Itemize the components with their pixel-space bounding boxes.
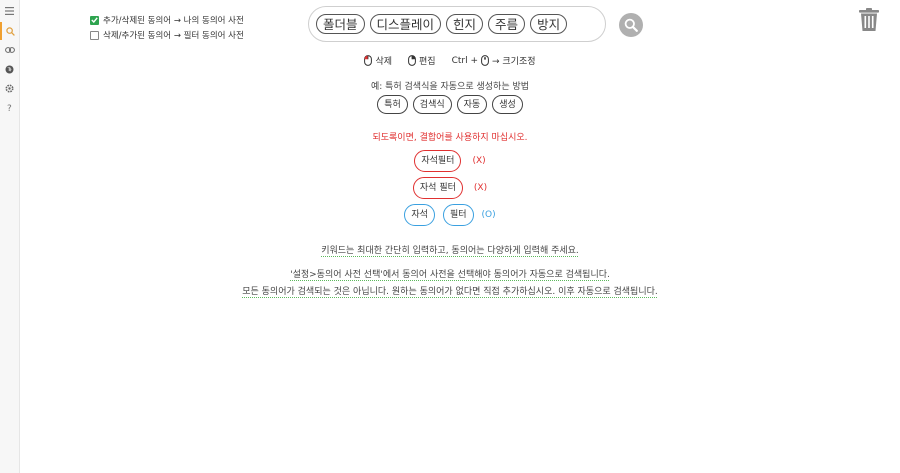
bad-sample-1: 자석필터 (X) bbox=[0, 150, 900, 172]
edit-hint-label: 편집 bbox=[419, 54, 436, 67]
compound-word-warning: 되도록이면, 결합어를 사용하지 마십시오. bbox=[0, 130, 900, 143]
menu-icon[interactable] bbox=[0, 2, 19, 20]
tip-add-synonym: 모든 동의어가 검색되는 것은 아닙니다. 원하는 동의어가 없다면 직접 추가… bbox=[0, 284, 900, 297]
sample-chip: 자석 필터 bbox=[413, 177, 463, 199]
tip-keyword: 키워드는 최대한 간단히 입력하고, 동의어는 다양하게 입력해 주세요. bbox=[0, 243, 900, 256]
mouse-left-click-icon bbox=[364, 55, 372, 66]
mouse-wheel-icon bbox=[481, 55, 489, 66]
checkbox-checked[interactable] bbox=[90, 16, 99, 25]
trash-icon bbox=[858, 8, 880, 32]
ctrl-hint-label: Ctrl + bbox=[452, 56, 478, 66]
keyword-chip[interactable]: 힌지 bbox=[446, 14, 483, 34]
option-label: 추가/삭제된 동의어 → 나의 동의어 사전 bbox=[103, 14, 244, 26]
tip-dictionary-setting: '설정>동의어 사전 선택'에서 동의어 사전을 선택해야 동의어가 자동으로 … bbox=[0, 267, 900, 280]
sample-chip: 필터 bbox=[443, 204, 474, 226]
mouse-right-click-icon bbox=[408, 55, 416, 66]
option-label: 삭제/추가된 동의어 → 필터 동의어 사전 bbox=[103, 29, 244, 41]
delete-hint-label: 삭제 bbox=[375, 54, 392, 67]
checkbox-unchecked[interactable] bbox=[90, 31, 99, 40]
search-icon bbox=[624, 18, 638, 32]
wrong-mark: (X) bbox=[474, 183, 487, 193]
trash-button[interactable] bbox=[858, 8, 880, 32]
example-chip: 생성 bbox=[492, 95, 523, 114]
search-button[interactable] bbox=[619, 13, 643, 37]
sidebar: ? bbox=[0, 0, 20, 473]
option-filter-dictionary[interactable]: 삭제/추가된 동의어 → 필터 동의어 사전 bbox=[90, 29, 244, 41]
keyword-chip[interactable]: 폴더블 bbox=[316, 14, 365, 34]
sample-chip: 자석필터 bbox=[414, 150, 461, 172]
good-sample: 자석 필터 (O) bbox=[0, 204, 900, 226]
resize-hint-label: → 크기조정 bbox=[492, 54, 536, 67]
correct-mark: (O) bbox=[482, 210, 496, 220]
keyword-chip[interactable]: 주름 bbox=[488, 14, 525, 34]
option-my-dictionary[interactable]: 추가/삭제된 동의어 → 나의 동의어 사전 bbox=[90, 14, 244, 26]
mouse-hint: 삭제 편집 Ctrl + → 크기조정 bbox=[0, 54, 900, 67]
search-icon[interactable] bbox=[0, 22, 19, 40]
bad-sample-2: 자석 필터 (X) bbox=[0, 177, 900, 199]
example-chip: 자동 bbox=[457, 95, 488, 114]
sample-chip: 자석 bbox=[404, 204, 435, 226]
example-chip: 특허 bbox=[377, 95, 408, 114]
example-chips: 특허 검색식 자동 생성 bbox=[0, 95, 900, 114]
example-title: 예: 특허 검색식을 자동으로 생성하는 방법 bbox=[0, 79, 900, 92]
example-chip: 검색식 bbox=[413, 95, 452, 114]
keyword-chip[interactable]: 디스플레이 bbox=[370, 14, 442, 34]
keyword-search-box[interactable]: 폴더블 디스플레이 힌지 주름 방지 bbox=[308, 6, 606, 42]
wrong-mark: (X) bbox=[472, 156, 485, 166]
keyword-chip[interactable]: 방지 bbox=[530, 14, 567, 34]
